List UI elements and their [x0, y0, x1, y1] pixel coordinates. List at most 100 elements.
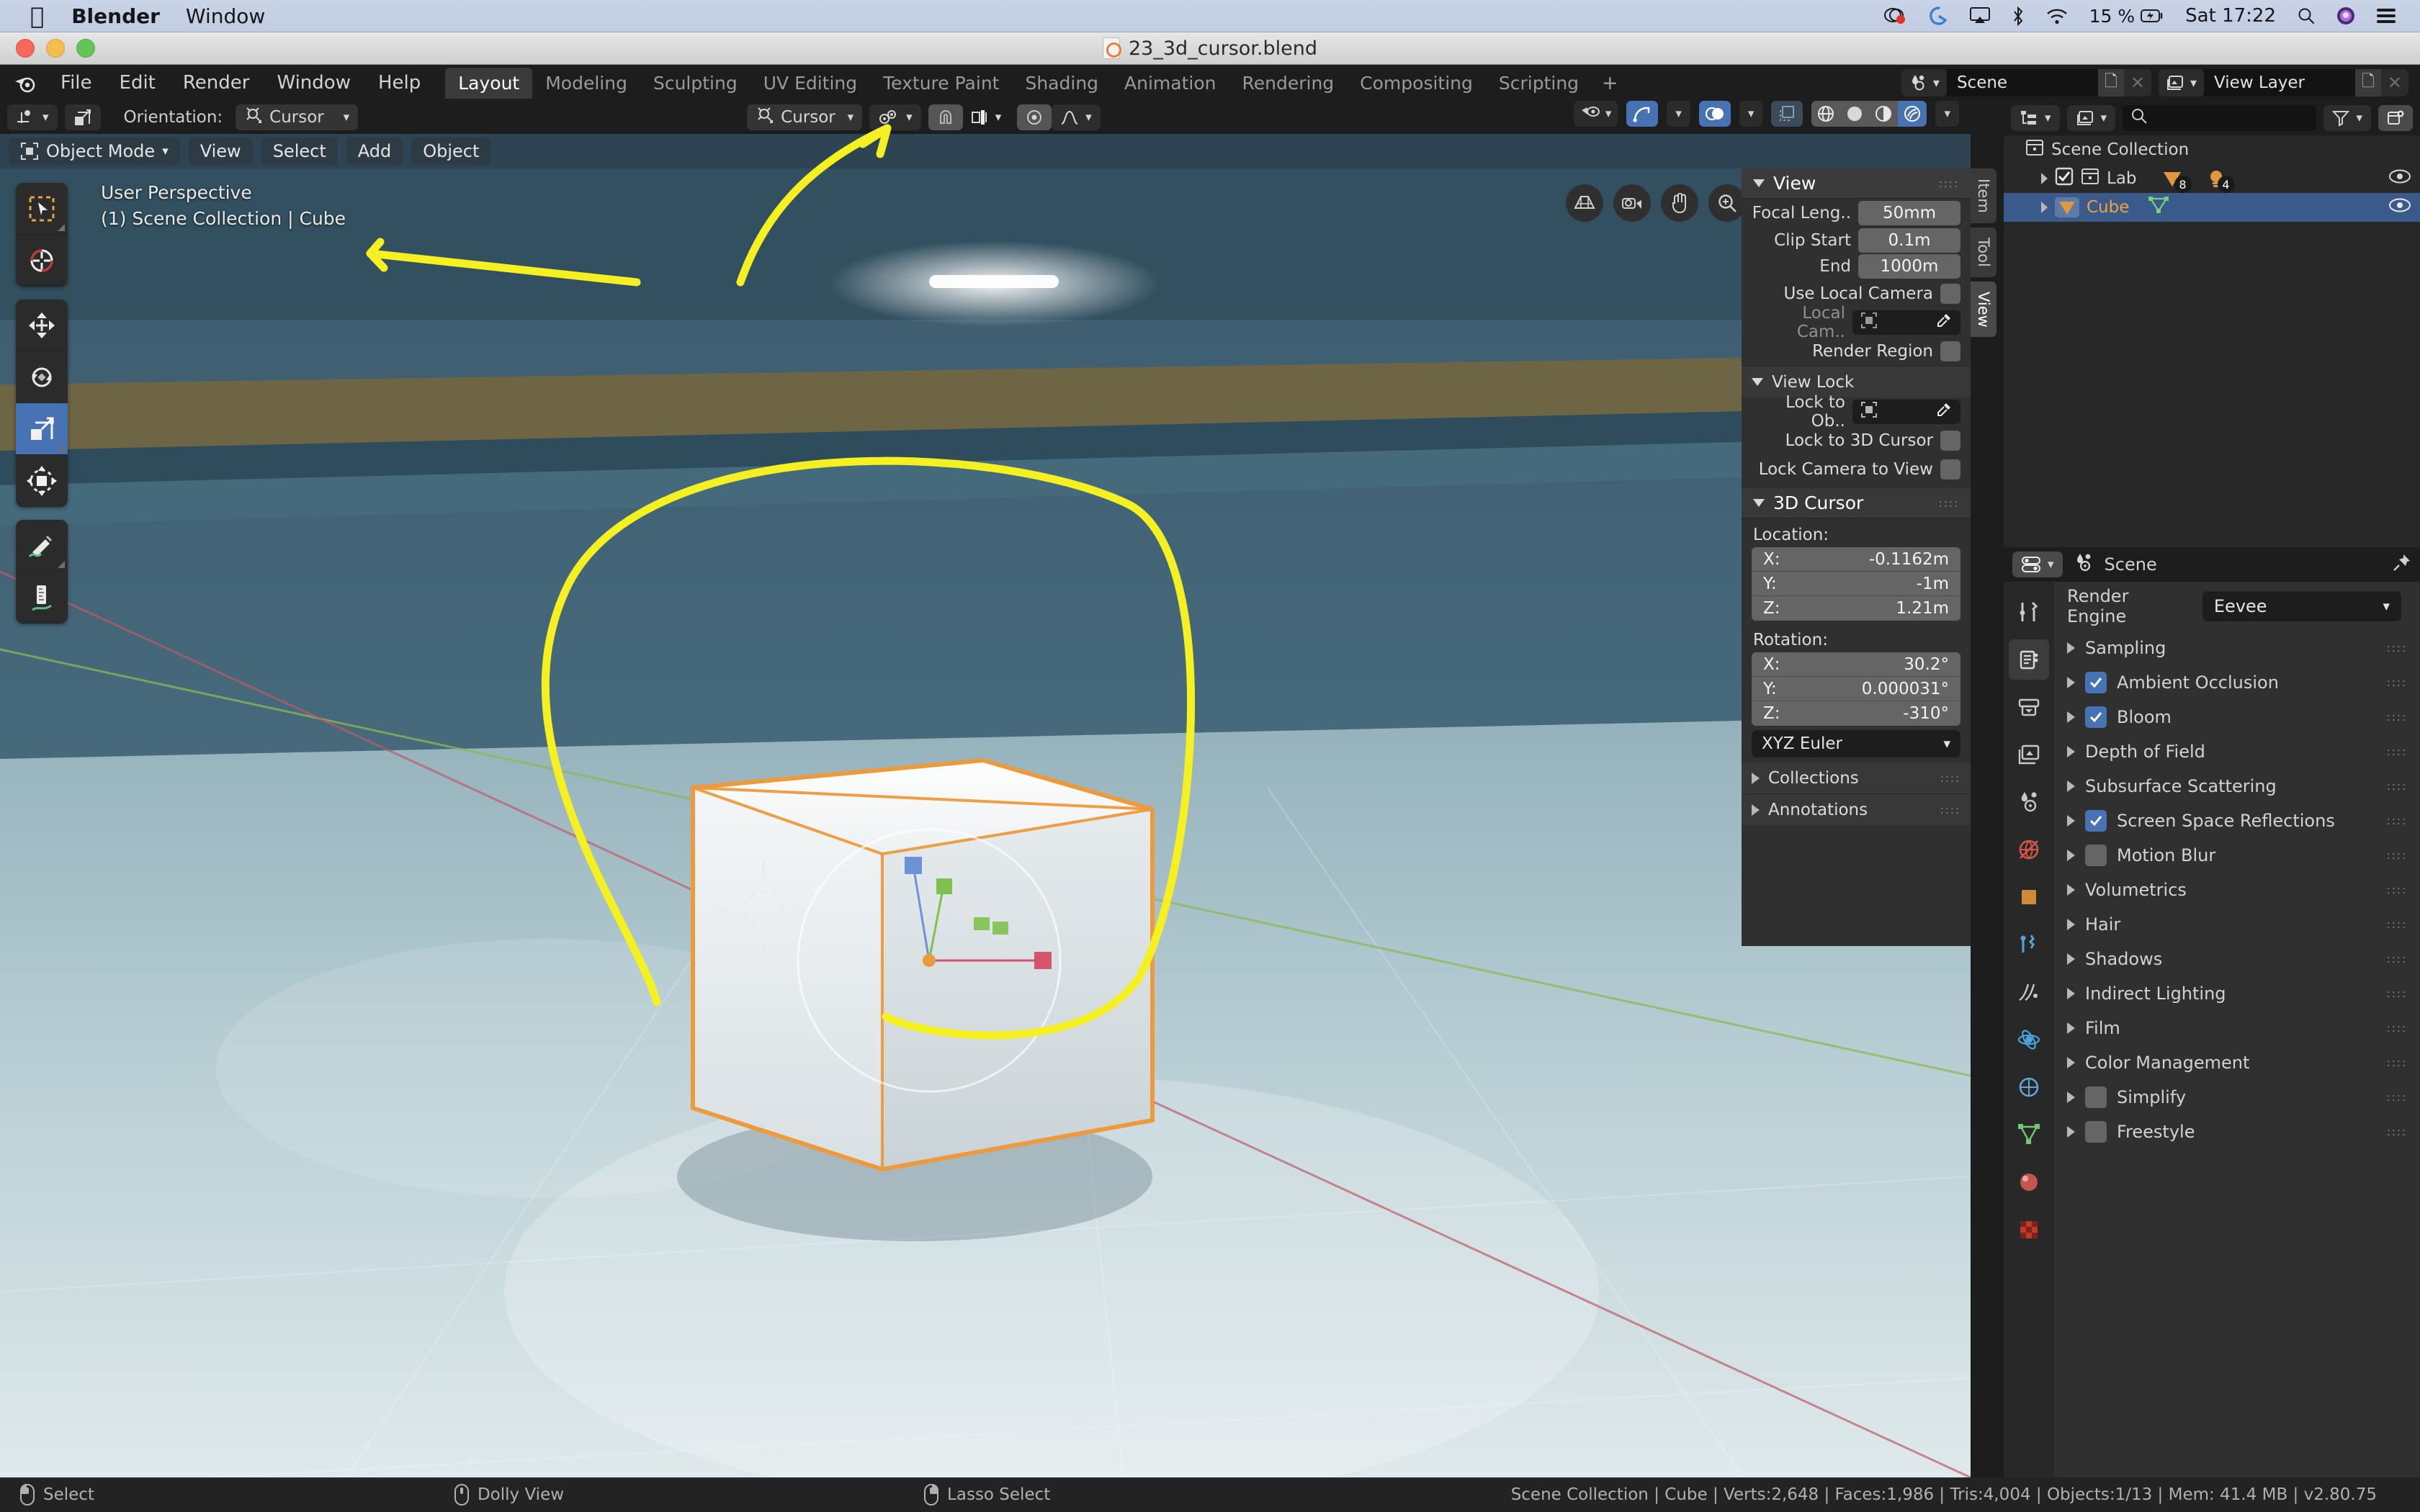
view-section-header[interactable]: View :::: — [1742, 168, 1971, 199]
visibility-toggle-icon[interactable] — [2388, 197, 2411, 218]
properties-tab-object[interactable] — [2009, 877, 2049, 917]
zoom-view-icon[interactable] — [1708, 184, 1746, 222]
cursor-location-y[interactable]: Y: -1m — [1752, 572, 1960, 596]
freestyle-checkbox[interactable] — [2085, 1121, 2107, 1143]
lock-camera-to-view-checkbox[interactable] — [1940, 459, 1960, 480]
properties-section-depth-of-field[interactable]: Depth of Field :::: — [2054, 734, 2420, 769]
outliner-row-cube[interactable]: Cube — [2004, 193, 2420, 222]
battery-indicator[interactable]: 15 % — [2089, 6, 2164, 27]
drag-handle-icon[interactable]: :::: — [2387, 987, 2407, 1000]
toggle-camera-view-icon[interactable] — [1613, 184, 1651, 222]
outliner-display-mode-button[interactable]: ▾ — [2066, 105, 2116, 131]
tab-modeling[interactable]: Modeling — [532, 68, 640, 99]
snap-magnet-icon[interactable] — [928, 104, 963, 130]
siri-icon[interactable] — [2336, 6, 2355, 25]
tool-measure[interactable] — [16, 572, 68, 624]
drag-handle-icon[interactable]: :::: — [2387, 780, 2407, 793]
material-preview-button[interactable] — [1869, 101, 1899, 127]
tool-annotate[interactable] — [16, 520, 68, 572]
gizmo-options-dropdown[interactable]: ▾ — [1667, 101, 1690, 127]
solid-shading-button[interactable] — [1840, 101, 1870, 127]
topbar-menu-window[interactable]: Window — [272, 69, 355, 96]
shading-options-dropdown[interactable]: ▾ — [1935, 101, 1959, 127]
tab-uv-editing[interactable]: UV Editing — [750, 68, 870, 99]
sidebar-tab-tool[interactable]: Tool — [1971, 227, 1996, 277]
drag-handle-icon[interactable]: :::: — [2387, 676, 2407, 689]
lock-to-3d-cursor-checkbox[interactable] — [1940, 431, 1960, 451]
proportional-editing-icon[interactable] — [1017, 104, 1052, 130]
screen-space-reflections-checkbox[interactable] — [2085, 810, 2107, 832]
outliner-editor-type-button[interactable]: ▾ — [2011, 105, 2060, 131]
tab-layout[interactable]: Layout — [445, 67, 533, 99]
screenrecord-icon[interactable] — [1883, 6, 1908, 25]
drag-handle-icon[interactable]: :::: — [2387, 953, 2407, 966]
motion-blur-checkbox[interactable] — [2085, 845, 2107, 866]
tab-texture-paint[interactable]: Texture Paint — [870, 68, 1012, 99]
spotlight-search-icon[interactable] — [2298, 7, 2315, 24]
outliner-search-input[interactable] — [2123, 105, 2317, 131]
clip-end-field[interactable]: 1000m — [1858, 254, 1960, 279]
topbar-menu-file[interactable]: File — [56, 69, 97, 96]
orientation-dropdown[interactable]: Cursor ▾ — [236, 104, 359, 130]
tab-scripting[interactable]: Scripting — [1486, 68, 1592, 99]
tab-shading[interactable]: Shading — [1012, 68, 1111, 99]
overlays-options-dropdown[interactable]: ▾ — [1739, 101, 1763, 127]
clip-start-field[interactable]: 0.1m — [1858, 228, 1960, 253]
render-region-checkbox[interactable] — [1940, 341, 1960, 361]
topbar-menu-help[interactable]: Help — [374, 69, 425, 96]
bloom-checkbox[interactable] — [2085, 706, 2107, 728]
viewport-menu-view[interactable]: View — [188, 138, 253, 165]
viewport-menu-select[interactable]: Select — [261, 138, 338, 165]
tool-scale[interactable] — [16, 403, 68, 455]
eyedropper-icon[interactable] — [1936, 312, 1952, 333]
active-tool-scale-icon[interactable] — [64, 104, 101, 130]
apple-menu-icon[interactable]:  — [30, 4, 44, 27]
drag-handle-icon[interactable]: :::: — [2387, 814, 2407, 827]
blender-logo-icon[interactable] — [13, 71, 37, 95]
viewport-menu-object[interactable]: Object — [411, 138, 491, 165]
drag-handle-icon[interactable]: :::: — [1940, 772, 1960, 785]
transform-pivot-icon[interactable]: ▾ — [869, 104, 921, 130]
cursor-rotation-z[interactable]: Z: -310° — [1752, 701, 1960, 726]
cursor-rotation-x[interactable]: X: 30.2° — [1752, 652, 1960, 677]
pin-icon[interactable] — [2393, 553, 2411, 576]
properties-section-screen-space-reflections[interactable]: Screen Space Reflections :::: — [2054, 804, 2420, 838]
chevron-right-icon[interactable] — [2041, 173, 2048, 184]
tool-transform[interactable] — [16, 455, 68, 507]
properties-tab-view-layer[interactable] — [2009, 734, 2049, 775]
properties-tab-render[interactable] — [2009, 639, 2049, 680]
outliner-row-lab[interactable]: Lab 8 4 — [2004, 164, 2420, 193]
xray-toggle-button[interactable] — [1771, 101, 1803, 127]
ambient-occlusion-checkbox[interactable] — [2085, 672, 2107, 693]
falloff-curve-dropdown[interactable]: ▾ — [1052, 104, 1101, 130]
sidebar-tab-item[interactable]: Item — [1971, 168, 1996, 223]
properties-section-volumetrics[interactable]: Volumetrics :::: — [2054, 873, 2420, 907]
editor-type-button[interactable]: ▾ — [7, 104, 58, 130]
properties-tab-texture[interactable] — [2009, 1210, 2049, 1250]
collection-enable-checkbox[interactable] — [2055, 167, 2074, 190]
shading-mode-group[interactable] — [1811, 101, 1927, 127]
properties-tab-scene[interactable] — [2009, 782, 2049, 822]
drag-handle-icon[interactable]: :::: — [2387, 1125, 2407, 1138]
view-layer-name-field[interactable]: View Layer — [2204, 69, 2355, 96]
drag-handle-icon[interactable]: :::: — [2387, 918, 2407, 931]
topbar-menu-edit[interactable]: Edit — [115, 69, 160, 96]
remove-view-layer-button[interactable]: ✕ — [2381, 69, 2408, 96]
properties-section-hair[interactable]: Hair :::: — [2054, 907, 2420, 942]
toggle-perspective-icon[interactable] — [1566, 184, 1603, 222]
drag-handle-icon[interactable]: :::: — [1939, 497, 1959, 510]
outliner-new-collection-button[interactable] — [2378, 105, 2413, 131]
scene-browse-icon[interactable]: ▾ — [1901, 69, 1947, 96]
properties-section-film[interactable]: Film :::: — [2054, 1011, 2420, 1045]
pivot-point-dropdown[interactable]: Cursor ▾ — [747, 104, 863, 130]
drag-handle-icon[interactable]: :::: — [1939, 177, 1959, 190]
gizmo-toggle-button[interactable] — [1626, 101, 1659, 127]
scene-selector[interactable]: ▾ Scene 🗋 ✕ — [1901, 69, 2151, 96]
cursor-location-x[interactable]: X: -0.1162m — [1752, 547, 1960, 572]
view-layer-browse-icon[interactable]: ▾ — [2158, 69, 2204, 96]
tool-cursor[interactable] — [16, 235, 68, 287]
properties-editor-type-button[interactable]: ▾ — [2012, 552, 2063, 577]
outliner-row-scene-collection[interactable]: Scene Collection — [2004, 135, 2420, 164]
view-layer-selector[interactable]: ▾ View Layer 🗋 ✕ — [2158, 69, 2408, 96]
properties-tab-constraints[interactable] — [2009, 1067, 2049, 1107]
